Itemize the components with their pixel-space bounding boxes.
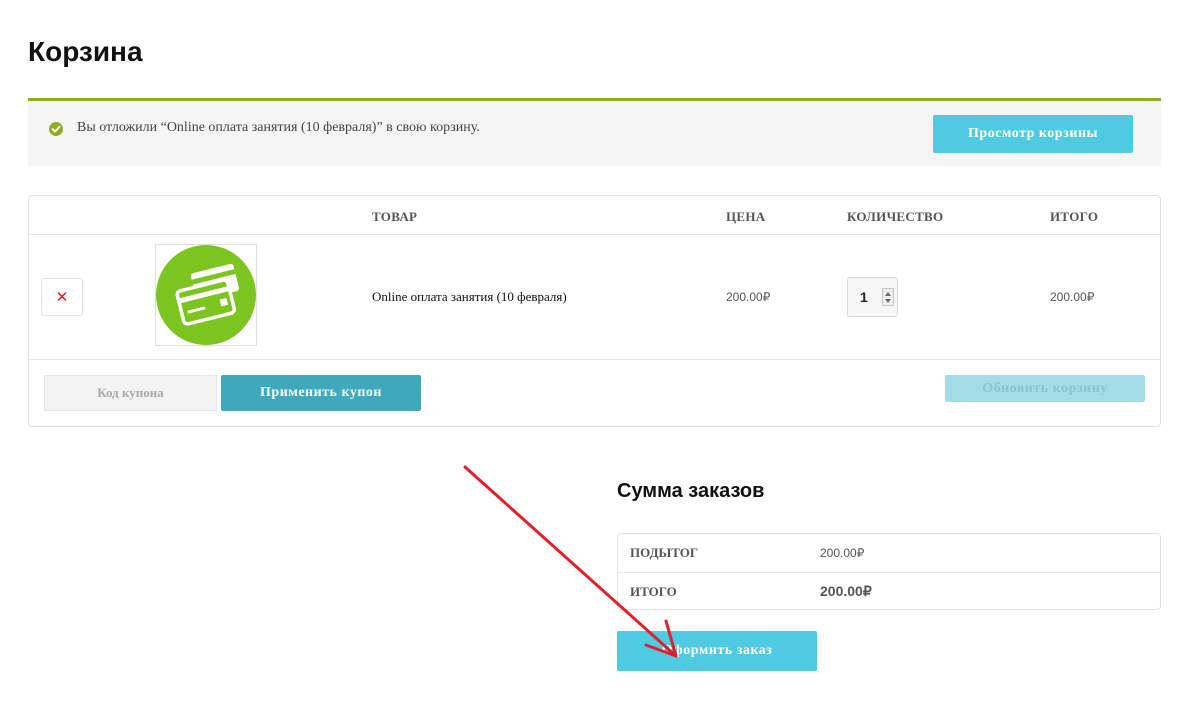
cart-totals-title: Сумма заказов [617, 480, 765, 502]
column-header-price: ЦЕНА [726, 209, 766, 224]
subtotal-value: 200.00₽ [820, 546, 865, 560]
column-header-total: ИТОГО [1050, 209, 1099, 224]
quantity-stepper[interactable]: 1 [847, 277, 898, 317]
row-divider [29, 359, 1160, 360]
column-header-product: ТОВАР [372, 209, 418, 224]
check-circle-icon [49, 122, 63, 136]
credit-cards-icon [156, 245, 256, 345]
cart-notice: Вы отложили “Online оплата занятия (10 ф… [28, 98, 1161, 166]
checkout-button[interactable]: Оформить заказ [617, 631, 817, 671]
spinner-up-icon[interactable] [885, 292, 891, 296]
quantity-value: 1 [860, 289, 868, 305]
close-icon: ✕ [55, 288, 69, 306]
row-divider [618, 572, 1160, 573]
spinner-down-icon[interactable] [885, 299, 891, 303]
product-name-link[interactable]: Online оплата занятия (10 февраля) [372, 289, 567, 305]
apply-coupon-button[interactable]: Применить купон [221, 375, 421, 411]
subtotal-label: ПОДЫТОГ [630, 545, 699, 560]
total-label: ИТОГО [630, 584, 677, 599]
view-cart-button[interactable]: Просмотр корзины [933, 115, 1133, 153]
product-price: 200.00₽ [726, 290, 771, 304]
quantity-spinner[interactable] [882, 288, 894, 306]
cart-table: ТОВАР ЦЕНА КОЛИЧЕСТВО ИТОГО ✕ Online опл… [28, 195, 1161, 427]
update-cart-button[interactable]: Обновить корзину [945, 375, 1145, 402]
notice-message: Вы отложили “Online оплата занятия (10 ф… [77, 120, 480, 135]
remove-item-button[interactable]: ✕ [41, 278, 83, 316]
total-value: 200.00₽ [820, 583, 872, 599]
row-divider [29, 234, 1160, 235]
product-total: 200.00₽ [1050, 290, 1095, 304]
product-thumbnail[interactable] [155, 244, 257, 346]
column-header-quantity: КОЛИЧЕСТВО [847, 209, 944, 224]
coupon-code-input[interactable] [44, 375, 217, 411]
cart-totals-table: ПОДЫТОГ 200.00₽ ИТОГО 200.00₽ [617, 533, 1161, 610]
page-title: Корзина [28, 36, 143, 67]
